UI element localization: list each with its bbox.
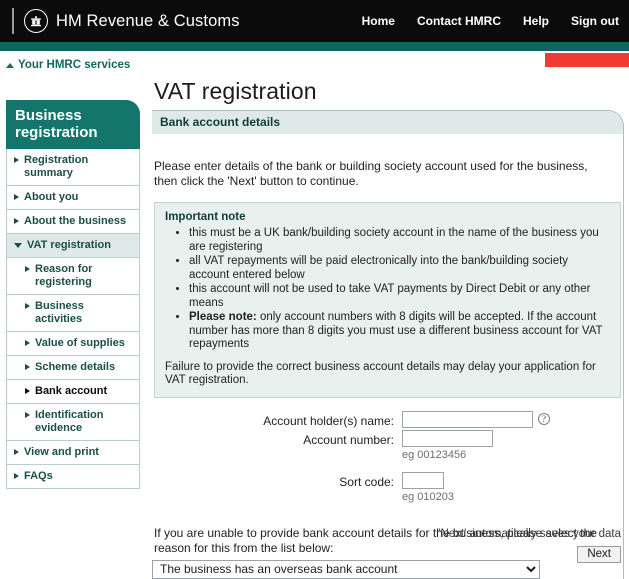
- triangle-right-icon: [25, 266, 30, 272]
- account-holder-row: Account holder(s) name: ?: [154, 410, 623, 428]
- account-number-input[interactable]: [402, 430, 493, 447]
- sidebar-item-about-the-business[interactable]: About the business: [6, 210, 140, 234]
- panel-heading: Bank account details: [152, 111, 623, 134]
- hmrc-crown-crest-icon: [24, 9, 48, 33]
- nav-sign-out[interactable]: Sign out: [571, 14, 619, 28]
- triangle-up-icon: [6, 62, 14, 68]
- brand: HM Revenue & Customs: [12, 8, 240, 34]
- brand-title: HM Revenue & Customs: [56, 11, 240, 30]
- autosave-note: 'Next' automatically saves your data: [438, 528, 621, 540]
- sidebar-item-label: Reason for registering: [35, 263, 93, 288]
- account-holder-input[interactable]: [402, 410, 533, 428]
- sidebar-item-business-activities[interactable]: Business activities: [6, 295, 140, 332]
- triangle-down-icon: [14, 243, 22, 248]
- triangle-right-icon: [14, 218, 19, 224]
- sidebar-item-value-of-supplies[interactable]: Value of supplies: [6, 332, 140, 356]
- account-number-hint: eg 00123456: [402, 448, 467, 461]
- important-note: Important note this must be a UK bank/bu…: [154, 202, 621, 398]
- sidebar-item-scheme-details[interactable]: Scheme details: [6, 356, 140, 380]
- triangle-right-icon: [14, 157, 19, 163]
- sidebar-item-faqs[interactable]: FAQs: [6, 465, 140, 489]
- sidebar-item-label: Value of supplies: [35, 337, 125, 349]
- nav-contact-hmrc[interactable]: Contact HMRC: [417, 14, 501, 28]
- sidebar-item-label: Registration summary: [24, 154, 89, 179]
- next-button[interactable]: Next: [577, 546, 621, 563]
- list-item: this account will not be used to take VA…: [189, 283, 610, 310]
- sidebar-title: Business registration: [6, 100, 140, 149]
- sidebar-item-identification-evidence[interactable]: Identification evidence: [6, 404, 140, 441]
- triangle-right-icon: [14, 473, 19, 479]
- nav-home[interactable]: Home: [362, 14, 395, 28]
- sidebar-item-about-you[interactable]: About you: [6, 186, 140, 210]
- sidebar-item-vat-registration[interactable]: VAT registration: [6, 234, 140, 258]
- important-note-tail: Failure to provide the correct business …: [165, 360, 596, 387]
- account-number-row: Account number: eg 00123456: [154, 430, 623, 470]
- sort-code-hint: eg 010203: [402, 490, 454, 503]
- sidebar-item-label: About you: [24, 191, 79, 203]
- sidebar-item-label: About the business: [24, 215, 127, 227]
- sort-code-row: Sort code: eg 010203: [154, 472, 623, 512]
- question-mark-icon[interactable]: ?: [538, 413, 550, 425]
- triangle-right-icon: [25, 340, 30, 346]
- list-item: this must be a UK bank/building society …: [189, 227, 610, 254]
- triangle-right-icon: [14, 449, 19, 455]
- triangle-right-icon: [25, 364, 30, 370]
- triangle-right-icon: [14, 194, 19, 200]
- important-note-heading: Important note: [165, 211, 246, 223]
- brand-divider: [12, 8, 14, 34]
- sort-code-label: Sort code:: [339, 474, 394, 489]
- sidebar: Business registration Registration summa…: [6, 100, 140, 489]
- red-flash-banner: [545, 53, 629, 67]
- sidebar-item-label: Bank account: [35, 385, 108, 397]
- sort-code-input[interactable]: [402, 472, 444, 489]
- sidebar-item-reason-for-registering[interactable]: Reason for registering: [6, 258, 140, 295]
- nav-help[interactable]: Help: [523, 14, 549, 28]
- please-note-prefix: Please note:: [189, 311, 257, 323]
- triangle-right-icon: [25, 303, 30, 309]
- sidebar-item-label: Scheme details: [35, 361, 116, 373]
- triangle-right-icon: [25, 412, 30, 418]
- top-navigation: Home Contact HMRC Help Sign out: [362, 0, 619, 42]
- sidebar-item-label: VAT registration: [27, 239, 111, 251]
- important-note-list: this must be a UK bank/building society …: [165, 227, 610, 352]
- bank-account-form: Account holder(s) name: ? Account number…: [152, 410, 623, 512]
- page-title: VAT registration: [154, 78, 317, 104]
- intro-text: Please enter details of the bank or buil…: [154, 159, 588, 188]
- sidebar-item-label: View and print: [24, 446, 99, 458]
- account-holder-label: Account holder(s) name:: [263, 413, 394, 428]
- list-item: all VAT repayments will be paid electron…: [189, 255, 610, 282]
- triangle-right-icon: [25, 388, 30, 394]
- your-hmrc-services[interactable]: Your HMRC services: [6, 59, 130, 71]
- your-hmrc-services-label[interactable]: Your HMRC services: [18, 59, 130, 71]
- content-panel: Bank account details Please enter detail…: [152, 110, 624, 579]
- sidebar-item-label: FAQs: [24, 470, 53, 482]
- sidebar-item-label: Identification evidence: [35, 409, 104, 434]
- account-number-label: Account number:: [303, 432, 394, 447]
- main-content: VAT registration Bank account details Pl…: [152, 78, 624, 579]
- sidebar-item-registration-summary[interactable]: Registration summary: [6, 149, 140, 186]
- sidebar-item-bank-account[interactable]: Bank account: [6, 380, 140, 404]
- sidebar-item-view-and-print[interactable]: View and print: [6, 441, 140, 465]
- site-header: HM Revenue & Customs Home Contact HMRC H…: [0, 0, 629, 42]
- reason-select[interactable]: The business has an overseas bank accoun…: [152, 559, 540, 579]
- header-accent-bar: [0, 42, 629, 51]
- list-item-please-note: Please note: only account numbers with 8…: [189, 311, 610, 352]
- sidebar-item-label: Business activities: [35, 300, 84, 325]
